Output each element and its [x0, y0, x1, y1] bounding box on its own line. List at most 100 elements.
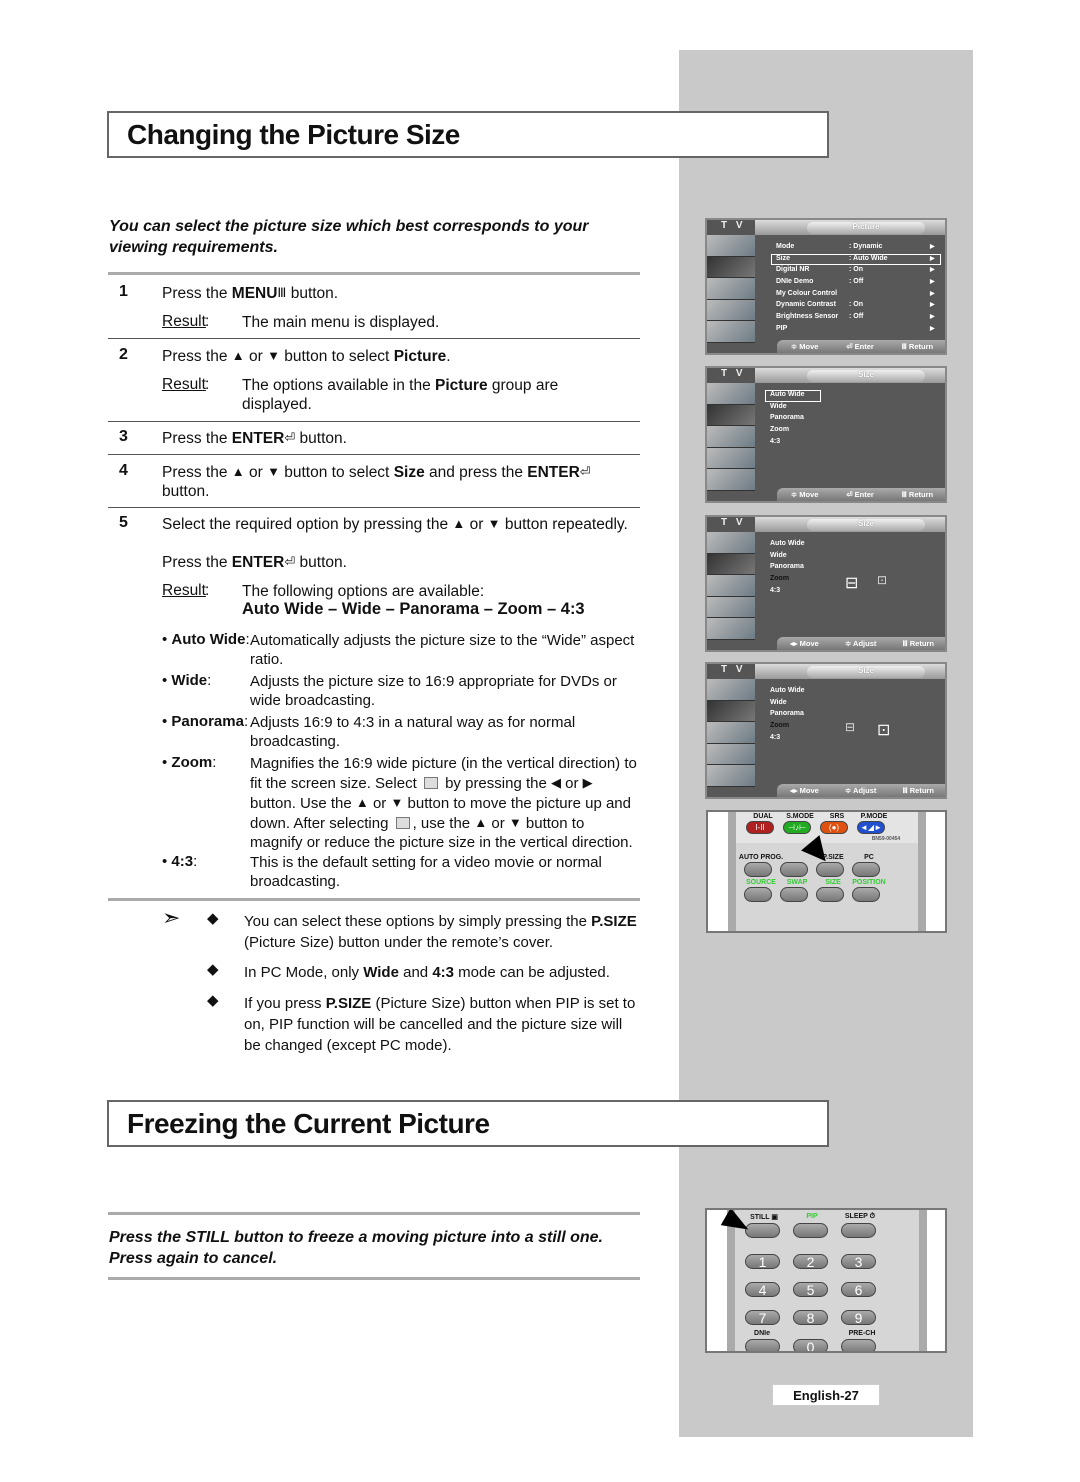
menu-item-value: [849, 325, 930, 335]
divider: [108, 507, 640, 508]
menu-item[interactable]: Auto Wide: [765, 539, 865, 551]
result-text: The following options are available:: [242, 582, 632, 601]
section-title: Freezing the Current Picture: [107, 1100, 829, 1147]
step-instruction: Press the ENTER ⏎ button.: [162, 552, 640, 572]
menu-item[interactable]: Brightness Sensor: Off ▶: [771, 312, 941, 324]
down-arrow-icon: ▼: [487, 516, 501, 531]
channel-icon: [707, 299, 755, 322]
dual-button[interactable]: I-II: [746, 821, 774, 834]
srs-button[interactable]: (●): [820, 821, 848, 834]
arrow-right-icon: ▶: [930, 255, 935, 262]
footer-hint: Ⅲ Return: [902, 639, 934, 648]
result-label: Result: [162, 313, 206, 330]
menu-item[interactable]: PIP ▶: [771, 324, 941, 336]
menu-item[interactable]: Size: Auto Wide ▶: [771, 253, 941, 266]
digit-button-7[interactable]: 7: [745, 1310, 780, 1325]
menu-item[interactable]: 4:3: [765, 733, 865, 745]
bold-text: ENTER: [527, 464, 580, 481]
menu-item-label: Dynamic Contrast: [776, 301, 836, 309]
remote-button[interactable]: [852, 862, 880, 877]
text: Select the required option by pressing t…: [162, 516, 453, 533]
remote-button[interactable]: [780, 887, 808, 902]
setup-icon: [707, 469, 755, 491]
menu-title: Size: [807, 519, 925, 531]
menu-item[interactable]: Zoom: [765, 425, 865, 437]
option-name: Auto Wide: [171, 631, 246, 648]
digit-button-3[interactable]: 3: [841, 1254, 876, 1269]
menu-item[interactable]: Wide: [765, 402, 865, 414]
divider: [108, 1277, 640, 1280]
remote-button[interactable]: [841, 1223, 876, 1238]
smode-button[interactable]: ⊣♪⊢: [783, 821, 811, 834]
menu-title: Size: [807, 370, 925, 382]
setup-icon: [707, 321, 755, 343]
menu-item[interactable]: Auto Wide: [765, 390, 821, 402]
menu-item-label: Wide: [770, 698, 787, 706]
remote-button[interactable]: [852, 887, 880, 902]
remote-button[interactable]: [816, 887, 844, 902]
remote-button[interactable]: [793, 1223, 828, 1238]
menu-category-icons: [707, 383, 755, 491]
menu-item-value: : Dynamic: [849, 243, 883, 250]
menu-item[interactable]: Digital NR: On ▶: [771, 265, 941, 277]
menu-footer: ≑ Move ⏎ Enter Ⅲ Return: [777, 340, 945, 353]
pre-ch-button[interactable]: [841, 1339, 876, 1351]
bold-text: 4:3: [432, 964, 454, 981]
text: button to select: [279, 464, 394, 481]
text: mode can be adjusted.: [454, 964, 610, 981]
menu-item[interactable]: Mode: Dynamic ▶: [771, 242, 941, 254]
model-number: BN59-00454: [871, 836, 901, 842]
menu-item[interactable]: Wide: [765, 698, 865, 710]
option-label: • Auto Wide:: [162, 631, 250, 648]
bullet-dot: •: [162, 853, 172, 870]
menu-item[interactable]: My Colour Control ▶: [771, 289, 941, 301]
remote-button[interactable]: [744, 887, 772, 902]
option-description: Adjusts 16:9 to 4:3 in a natural way as …: [250, 713, 640, 751]
button-label: PC: [864, 854, 874, 861]
up-arrow-icon: ▲: [474, 815, 488, 830]
tv-menu: T V Size Auto Wide Wide Panorama Zoom 4:3 ⊟ ⊡ ◂▸ …: [705, 515, 947, 652]
left-arrow-icon: ◀: [550, 775, 561, 790]
menu-item[interactable]: DNIe Demo: Off ▶: [771, 277, 941, 289]
menu-item[interactable]: 4:3: [765, 437, 865, 449]
enter-icon: ⏎: [579, 464, 591, 479]
menu-item-value: : Off: [849, 278, 864, 286]
digit-button-6[interactable]: 6: [841, 1282, 876, 1297]
digit-button-4[interactable]: 4: [745, 1282, 780, 1297]
remote-button[interactable]: [744, 862, 772, 877]
menu-item-label: My Colour Control: [776, 289, 838, 297]
dnie-button[interactable]: [745, 1339, 780, 1351]
menu-item-label: Zoom: [770, 722, 790, 730]
menu-item[interactable]: Auto Wide: [765, 686, 865, 698]
pmode-button[interactable]: ◄◢►: [857, 821, 885, 834]
menu-item-label: DNIe Demo: [776, 278, 814, 286]
down-arrow-icon: ▼: [267, 348, 280, 363]
menu-item-value: : On: [849, 266, 863, 274]
footer-hint: ≑ Move: [790, 342, 819, 351]
footer-hint: Ⅲ Return: [902, 786, 934, 795]
menu-item-label: 4:3: [770, 733, 781, 741]
button-label: PIP: [806, 1213, 818, 1220]
step-number: 3: [119, 428, 128, 445]
menu-item[interactable]: Panorama: [765, 413, 865, 425]
footer-hint: ◂▸ Move: [790, 786, 819, 795]
digit-button-2[interactable]: 2: [793, 1254, 828, 1269]
sound-icon: [707, 426, 755, 448]
picture-icon: [707, 404, 755, 427]
zoom-size-icon: ⊡: [877, 573, 888, 587]
input-icon: [707, 532, 755, 554]
tv-label: T V: [707, 664, 755, 679]
digit-button-1[interactable]: 1: [745, 1254, 780, 1269]
divider: [108, 898, 640, 901]
digit-button-5[interactable]: 5: [793, 1282, 828, 1297]
menu-item[interactable]: Wide: [765, 551, 865, 563]
digit-button-8[interactable]: 8: [793, 1310, 828, 1325]
bullet-dot: •: [162, 713, 172, 730]
arrow-right-icon: ▶: [930, 244, 935, 250]
digit-button-9[interactable]: 9: [841, 1310, 876, 1325]
digit-button-0[interactable]: 0: [793, 1339, 828, 1351]
menu-item[interactable]: Dynamic Contrast: On ▶: [771, 300, 941, 312]
remote-button[interactable]: [780, 862, 808, 877]
bold-text: MENU: [231, 285, 278, 302]
text: In PC Mode, only: [244, 964, 364, 981]
